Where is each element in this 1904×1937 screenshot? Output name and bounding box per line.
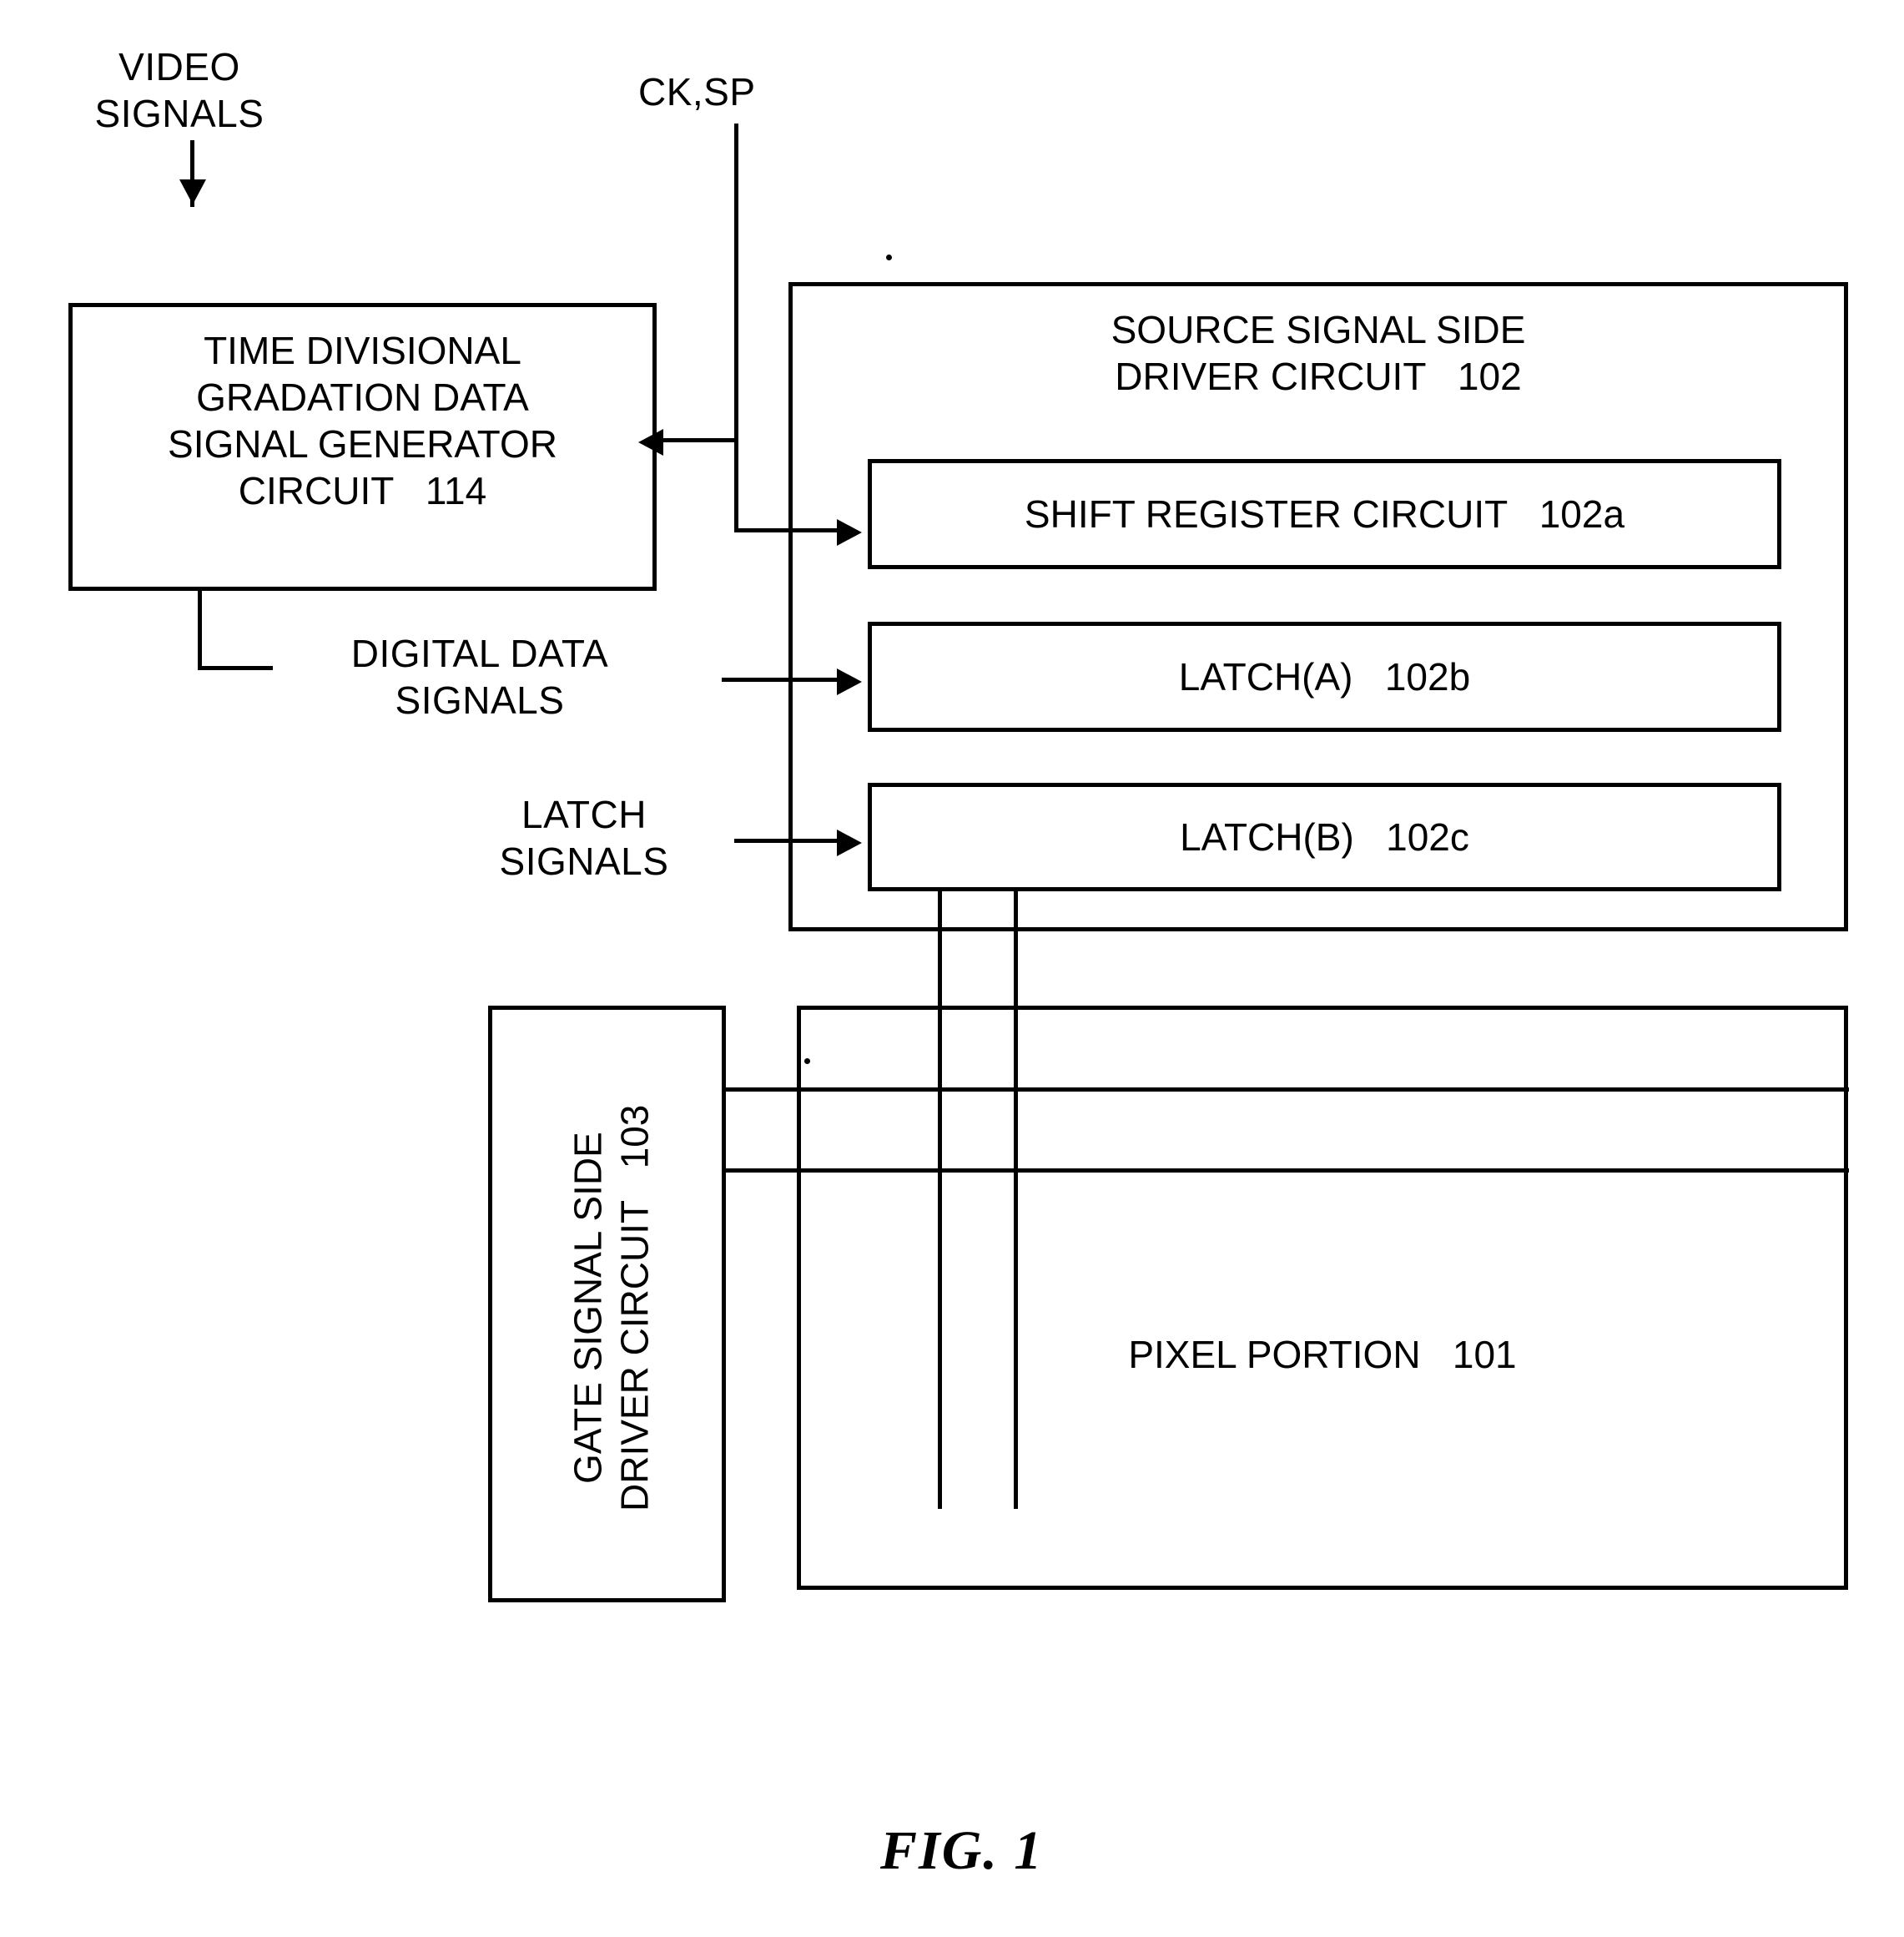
- latch-b-block: LATCH(B) 102c: [868, 783, 1781, 891]
- time-divisional-generator-block: TIME DIVISIONAL GRADATION DATA SIGNAL GE…: [68, 303, 657, 591]
- gate-driver-label: GATE SIGNAL SIDE DRIVER CIRCUIT 103: [566, 1104, 657, 1512]
- pixel-portion-label: PIXEL PORTION 101: [1128, 1333, 1517, 1376]
- latch-signals-label: LATCH SIGNALS: [499, 793, 669, 884]
- latch-b-label: LATCH(B) 102c: [1180, 815, 1469, 859]
- shift-register-label: SHIFT REGISTER CIRCUIT 102a: [1024, 492, 1625, 536]
- shift-register-block: SHIFT REGISTER CIRCUIT 102a: [868, 459, 1781, 569]
- pixel-portion-block: PIXEL PORTION 101: [797, 1006, 1848, 1590]
- digital-data-signals-label: DIGITAL DATA SIGNALS: [350, 632, 609, 723]
- scan-artifact-dot-1: [886, 255, 892, 260]
- latch-a-block: LATCH(A) 102b: [868, 622, 1781, 732]
- figure-caption: FIG. 1: [880, 1820, 1044, 1881]
- latch-a-label: LATCH(A) 102b: [1178, 654, 1471, 699]
- figure-canvas: VIDEO SIGNALS CK,SP TIME DIVISIONAL GRAD…: [0, 0, 1904, 1937]
- ck-sp-to-generator-line: [659, 438, 738, 442]
- video-signals-arrowhead: [179, 179, 206, 204]
- digital-data-stub-vertical: [198, 591, 202, 670]
- source-driver-label: SOURCE SIGNAL SIDE DRIVER CIRCUIT 102: [1111, 308, 1526, 399]
- ck-sp-label: CK,SP: [638, 70, 756, 113]
- scan-artifact-dot-2: [804, 1058, 810, 1064]
- gate-driver-block: GATE SIGNAL SIDE DRIVER CIRCUIT 103: [488, 1006, 726, 1602]
- ck-sp-vertical-line: [734, 124, 738, 532]
- time-divisional-generator-label: TIME DIVISIONAL GRADATION DATA SIGNAL GE…: [168, 329, 557, 513]
- digital-data-stub-horizontal: [198, 666, 273, 670]
- video-signals-label: VIDEO SIGNALS: [94, 45, 264, 136]
